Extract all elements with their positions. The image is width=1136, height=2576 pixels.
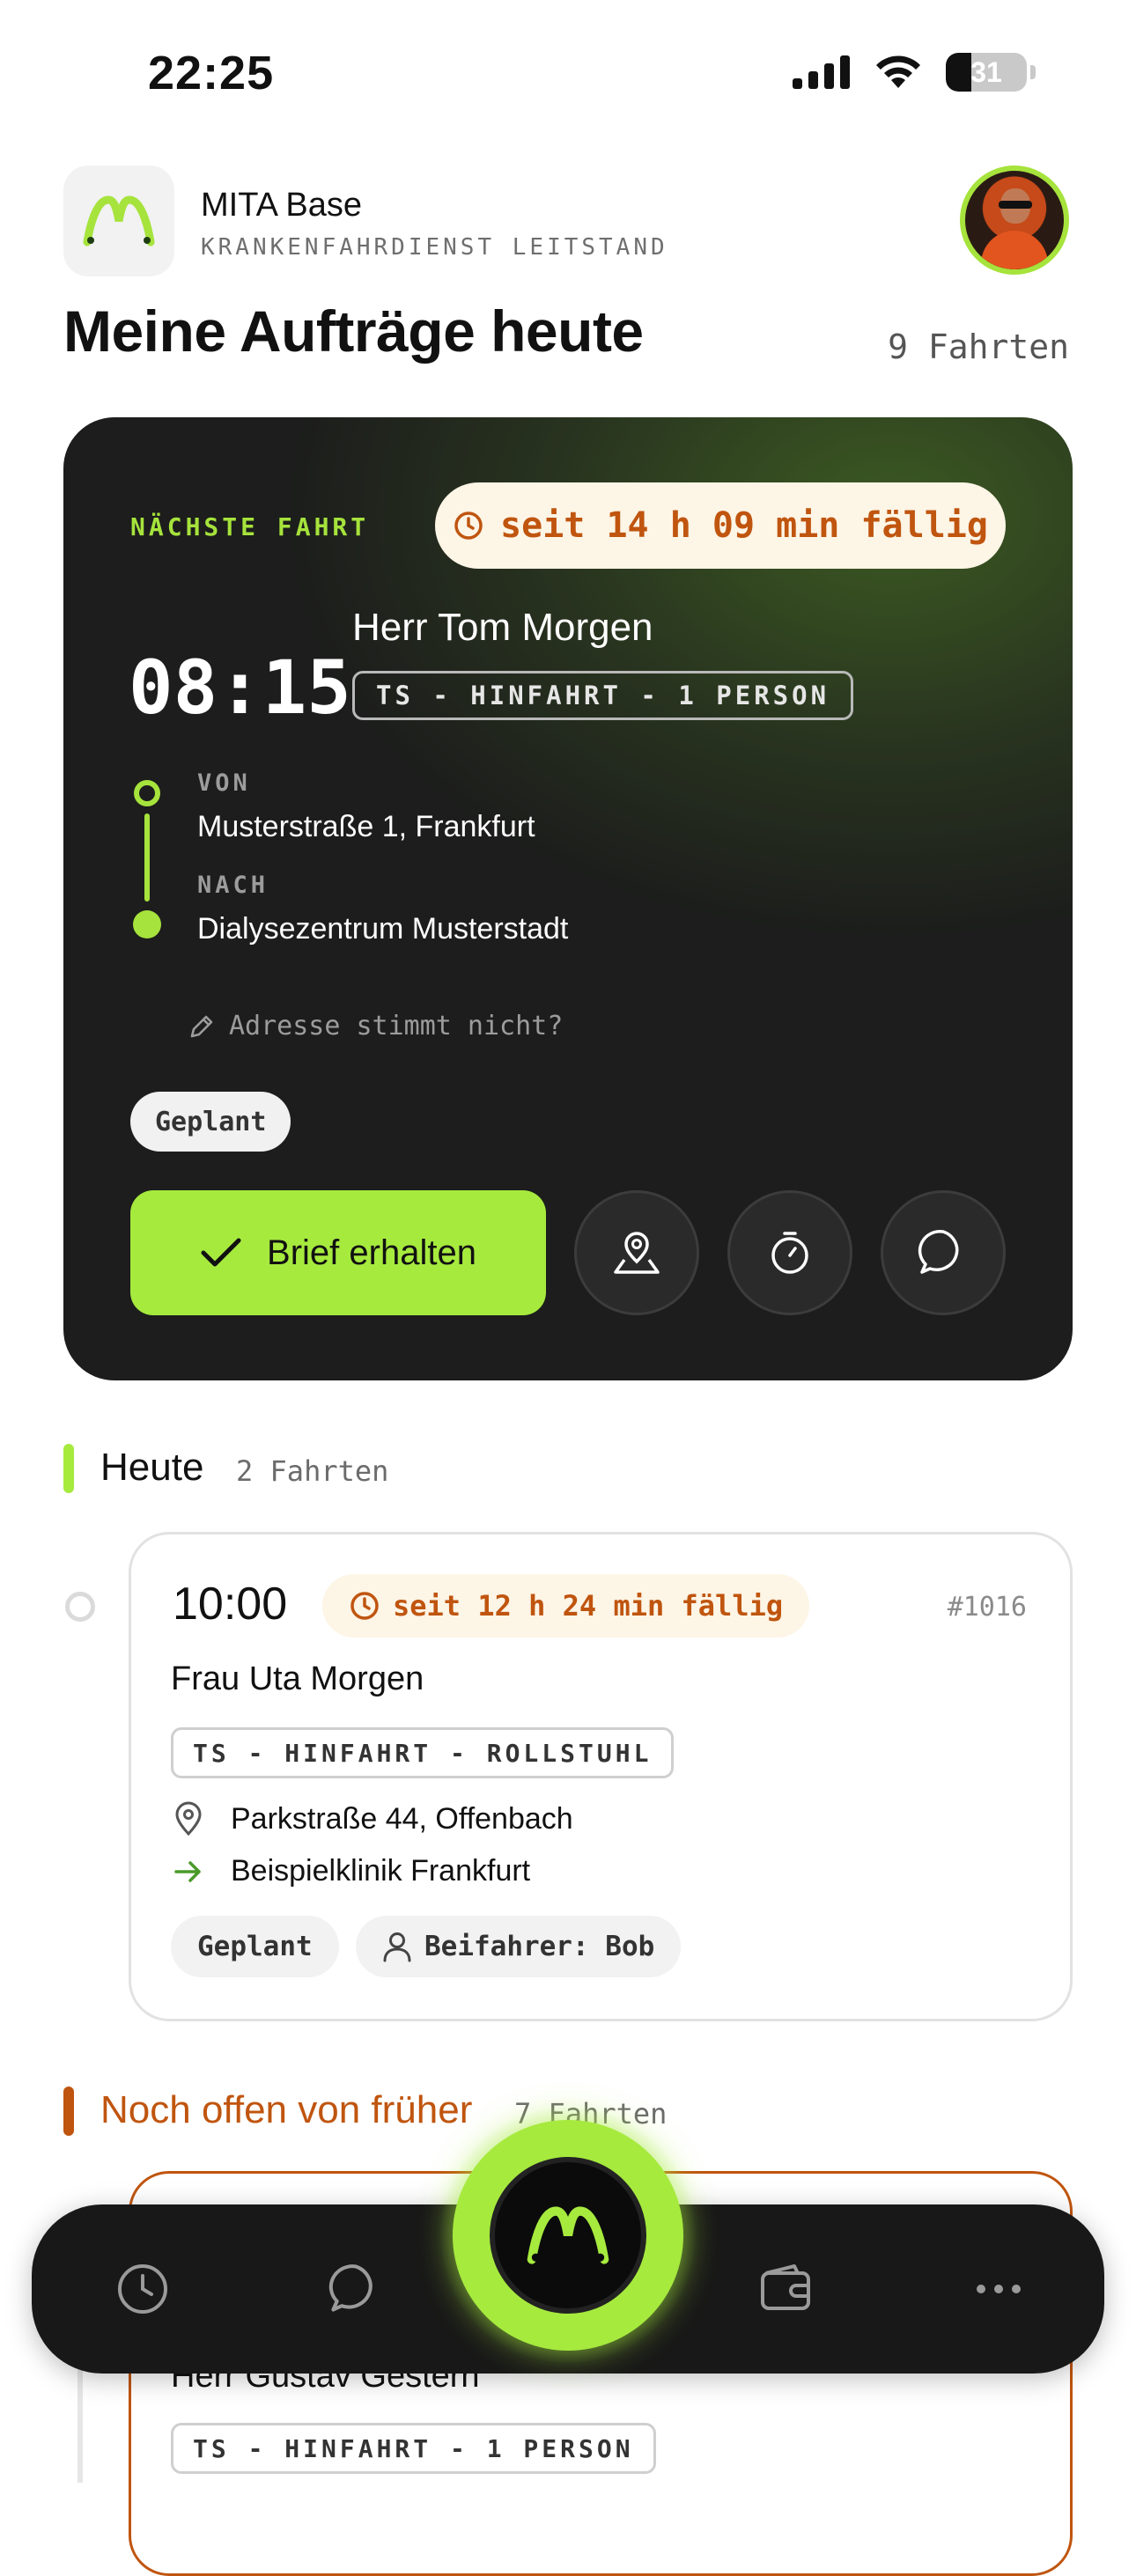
next-trip-label: NÄCHSTE FAHRT	[130, 512, 370, 541]
from-label: VON	[197, 769, 251, 797]
arrow-right-icon	[174, 1860, 201, 1882]
clock-icon	[350, 1592, 379, 1620]
trip-patient: Frau Uta Morgen	[171, 1660, 424, 1697]
page-title: Meine Aufträge heute	[63, 298, 644, 364]
trip-status-chip: Geplant	[171, 1916, 339, 1977]
next-trip-time: 08:15	[129, 644, 351, 731]
to-address: Dialysezentrum Musterstadt	[197, 912, 569, 946]
person-icon	[383, 1932, 411, 1962]
next-trip-due-text: seit 14 h 09 min fällig	[500, 505, 988, 546]
trip-due-badge: seit 12 h 24 min fällig	[322, 1574, 810, 1638]
chat-icon	[918, 1230, 959, 1274]
trip-id: #1016	[947, 1592, 1027, 1623]
pencil-icon	[190, 1015, 213, 1037]
route-line	[144, 813, 150, 902]
location-pin-icon	[175, 1801, 202, 1836]
battery-level: 31	[970, 55, 1002, 88]
brief-received-button[interactable]: Brief erhalten	[130, 1190, 546, 1315]
today-section-title: Heute	[100, 1446, 204, 1489]
trip-count: 9 Fahrten	[888, 328, 1069, 366]
nav-messages-button[interactable]	[314, 2247, 398, 2331]
status-icons: 31	[793, 53, 1036, 92]
codriver-text: Beifahrer: Bob	[424, 1931, 655, 1962]
from-address: Musterstraße 1, Frankfurt	[197, 810, 535, 843]
address-wrong-link[interactable]: Adresse stimmt nicht?	[187, 1011, 563, 1041]
trip-to-row: Beispielklinik Frankfurt	[173, 1854, 530, 1888]
battery-tip	[1030, 65, 1036, 79]
chat-icon	[328, 2264, 373, 2312]
wallet-icon	[761, 2264, 810, 2310]
brief-received-label: Brief erhalten	[267, 1233, 476, 1272]
nav-history-button[interactable]	[100, 2247, 185, 2331]
to-label: NACH	[197, 872, 269, 899]
trip-time: 10:00	[173, 1579, 288, 1630]
overdue-trip-type-tag: TS - HINFAHRT - 1 PERSON	[171, 2423, 656, 2474]
map-pin-icon	[614, 1232, 660, 1274]
avatar-sunglasses	[999, 201, 1032, 209]
clock-icon	[454, 512, 483, 540]
nav-more-button[interactable]	[956, 2247, 1041, 2331]
map-button[interactable]	[574, 1190, 699, 1315]
next-trip-patient: Herr Tom Morgen	[352, 606, 653, 649]
status-time: 22:25	[148, 47, 275, 99]
app-subtitle: KRANKENFAHRDIENST LEITSTAND	[201, 234, 668, 261]
clock-icon	[118, 2264, 167, 2314]
more-icon	[977, 2285, 1021, 2293]
nav-wallet-button[interactable]	[743, 2247, 828, 2331]
stopwatch-icon	[771, 1232, 808, 1274]
signal-icon	[793, 55, 850, 89]
today-section-marker	[63, 1444, 74, 1493]
next-trip-status-chip: Geplant	[130, 1092, 291, 1152]
trip-from: Parkstraße 44, Offenbach	[231, 1801, 573, 1836]
app-name: MITA Base	[201, 187, 363, 224]
next-trip-type-tag: TS - HINFAHRT - 1 PERSON	[352, 671, 854, 720]
timer-button[interactable]	[727, 1190, 852, 1315]
route-end-dot	[133, 910, 161, 938]
overdue-section-marker	[63, 2087, 74, 2136]
home-fab-inner[interactable]	[490, 2157, 646, 2314]
mita-logo-icon	[527, 2206, 609, 2264]
codriver-chip: Beifahrer: Bob	[356, 1916, 682, 1977]
next-trip-due-badge: seit 14 h 09 min fällig	[435, 482, 1006, 569]
overdue-section-title: Noch offen von früher	[100, 2088, 473, 2131]
timeline-dot	[65, 1592, 95, 1622]
avatar-body	[981, 231, 1048, 269]
trip-due-text: seit 12 h 24 min fällig	[393, 1589, 784, 1623]
avatar[interactable]	[960, 166, 1069, 275]
wifi-icon	[876, 55, 920, 88]
message-button[interactable]	[881, 1190, 1006, 1315]
mita-logo-icon	[83, 195, 155, 247]
battery-icon: 31	[946, 53, 1027, 92]
app-logo[interactable]	[63, 166, 174, 276]
trip-type-tag: TS - HINFAHRT - ROLLSTUHL	[171, 1727, 675, 1778]
today-section-count: 2 Fahrten	[236, 1454, 389, 1488]
address-wrong-text: Adresse stimmt nicht?	[229, 1011, 564, 1041]
route-start-dot	[134, 780, 160, 806]
trip-from-row: Parkstraße 44, Offenbach	[173, 1801, 573, 1836]
trip-to: Beispielklinik Frankfurt	[231, 1854, 531, 1888]
check-icon	[201, 1238, 241, 1267]
